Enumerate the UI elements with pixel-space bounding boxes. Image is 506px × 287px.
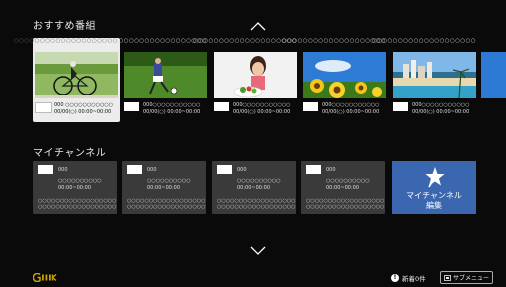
brand-logo xyxy=(33,273,57,282)
edit-button-label: マイチャンネル 編集 xyxy=(392,191,476,211)
channel-name: 000○○○○○○○○○○○ xyxy=(233,102,291,108)
thumbnail-cyclist xyxy=(35,52,118,98)
broadcast-datetime: 00/00(○) 00:00~00:00 xyxy=(412,109,470,115)
program-name: ○○○○○○○○○○ xyxy=(147,178,191,184)
thumbnail-soccer xyxy=(124,52,207,98)
description-line: ○○○○○○○○○○○○○○○○○○ xyxy=(127,204,206,210)
star-icon xyxy=(425,167,445,188)
channel-logo xyxy=(217,165,232,174)
mychannel-edit-button[interactable]: マイチャンネル 編集 xyxy=(392,161,476,214)
submenu-button[interactable]: サブメニュー xyxy=(440,271,494,284)
submenu-label: サブメニュー xyxy=(453,275,490,282)
card-title-circles: ○○○○○○○○○○○○○○○○○○○○ xyxy=(103,38,207,44)
channel-logo xyxy=(303,102,318,111)
channel-logo xyxy=(35,102,52,113)
program-description: ○○○○○○○○○○○○○○○○○○ ○○○○○○○○○○○○○○○○○○ xyxy=(306,198,385,210)
program-time: 00:00~00:00 xyxy=(326,185,360,191)
description-line: ○○○○○○○○○○○○○○○○○○ xyxy=(38,204,117,210)
chevron-down-icon[interactable] xyxy=(250,246,266,256)
channel-name: 000 ○○○○○○○○○○○ xyxy=(54,102,114,108)
card-info: 000○○○○○○○○○○○ 00/00(○) 00:00~00:00 xyxy=(303,100,386,120)
thumbnail-sunflowers xyxy=(303,52,386,98)
channel-name: 000○○○○○○○○○○○ xyxy=(412,102,470,108)
info-icon: ! xyxy=(391,274,399,282)
submenu-icon xyxy=(444,274,451,281)
card-title-circles: ○○○○○○○○○○○○○○○○○○○○ xyxy=(282,38,386,44)
channel-number: 000 xyxy=(237,167,247,173)
channel-logo xyxy=(127,165,142,174)
thumbnail-beach-city xyxy=(393,52,476,98)
recommended-card[interactable]: ○○○○○○○○○○○○○○○○○○○○ 000○○○○○○○○○○○ 00/0… xyxy=(372,38,478,122)
program-description: ○○○○○○○○○○○○○○○○○○ ○○○○○○○○○○○○○○○○○○ xyxy=(38,198,117,210)
card-info: 000○○○○○○○○○○○ 00/00(○) 00:00~00:00 xyxy=(124,100,207,120)
program-description: ○○○○○○○○○○○○○○○○○○ ○○○○○○○○○○○○○○○○○○ xyxy=(217,198,296,210)
program-description: ○○○○○○○○○○○○○○○○○○ ○○○○○○○○○○○○○○○○○○ xyxy=(127,198,206,210)
mychannel-card[interactable]: 000 ○○○○○○○○○○ 00:00~00:00 ○○○○○○○○○○○○○… xyxy=(122,161,206,214)
card-info: 000○○○○○○○○○○○ 00/00(○) 00:00~00:00 xyxy=(393,100,476,120)
mychannel-card[interactable]: 000 ○○○○○○○○○○ 00:00~00:00 ○○○○○○○○○○○○○… xyxy=(212,161,296,214)
channel-logo xyxy=(38,165,53,174)
news-indicator: ! 新着0件 xyxy=(391,273,426,283)
recommended-title: おすすめ番組 xyxy=(33,21,96,32)
card-info: 000○○○○○○○○○○○ 00/00(○) 00:00~00:00 xyxy=(214,100,297,120)
channel-logo xyxy=(306,165,321,174)
broadcast-datetime: 00/00(○) 00:00~00:00 xyxy=(143,109,201,115)
program-name: ○○○○○○○○○○ xyxy=(326,178,370,184)
recommended-card[interactable]: ○○○○○○○○○○○○○○○○○○○○ 000○○○○○○○○○○○ 00/0… xyxy=(282,38,388,122)
thumbnail-woman-salad xyxy=(214,52,297,98)
mychannel-card[interactable]: 000 ○○○○○○○○○○ 00:00~00:00 ○○○○○○○○○○○○○… xyxy=(33,161,117,214)
channel-number: 000 xyxy=(147,167,157,173)
broadcast-datetime: 00/00(○) 00:00~00:00 xyxy=(322,109,380,115)
description-line: ○○○○○○○○○○○○○○○○○○ xyxy=(217,204,296,210)
edit-label-line: マイチャンネル xyxy=(406,191,462,200)
recommended-card[interactable]: ○○○○○○○○○○○○○○○○○○○○ 000○○○○○○○○○○○ 00/0… xyxy=(103,38,209,122)
channel-logo xyxy=(124,102,139,111)
description-line: ○○○○○○○○○○○○○○○○○○ xyxy=(306,204,385,210)
program-time: 00:00~00:00 xyxy=(147,185,181,191)
news-count-label: 新着0件 xyxy=(402,275,426,283)
broadcast-datetime: 00/00(○) 00:00~00:00 xyxy=(233,109,291,115)
mychannel-card[interactable]: 000 ○○○○○○○○○○ 00:00~00:00 ○○○○○○○○○○○○○… xyxy=(301,161,385,214)
program-name: ○○○○○○○○○○ xyxy=(237,178,281,184)
channel-name: 000○○○○○○○○○○○ xyxy=(143,102,201,108)
program-time: 00:00~00:00 xyxy=(58,185,92,191)
program-name: ○○○○○○○○○○ xyxy=(58,178,102,184)
chevron-up-icon[interactable] xyxy=(250,21,266,31)
recommended-card[interactable]: ○○○○○○○○○○○○○○○○○○○○ 000○○○○○○○○○○○ 00/0… xyxy=(193,38,299,122)
mychannel-title: マイチャンネル xyxy=(33,148,107,159)
channel-logo xyxy=(393,102,408,111)
card-title-circles: ○○○○○○○○○○○○○○○○○○○○ xyxy=(372,38,476,44)
channel-name: 000○○○○○○○○○○○ xyxy=(322,102,380,108)
edit-label-line: 編集 xyxy=(426,201,442,210)
recommended-card-partial[interactable] xyxy=(481,52,506,98)
channel-number: 000 xyxy=(58,167,68,173)
broadcast-datetime: 00/00(○) 00:00~00:00 xyxy=(54,109,112,115)
channel-logo xyxy=(214,102,229,111)
card-info: 000 ○○○○○○○○○○○ 00/00(○) 00:00~00:00 xyxy=(35,100,118,120)
program-time: 00:00~00:00 xyxy=(237,185,271,191)
channel-number: 000 xyxy=(326,167,336,173)
recommended-card[interactable]: ○○○○○○○○○○○○○○○○○○○○ 000 ○○○○○○○○○○○ 00/… xyxy=(14,38,120,122)
